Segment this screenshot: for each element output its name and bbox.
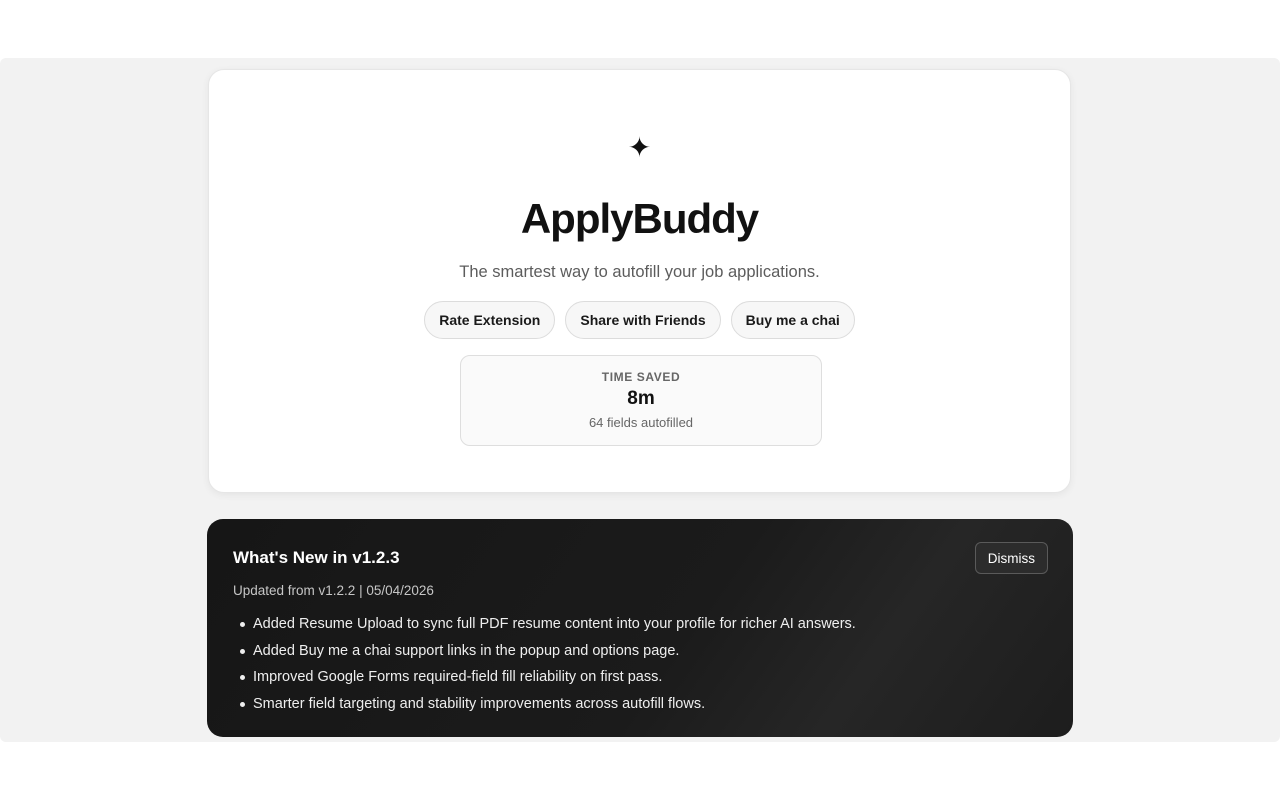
page-viewport: ✦ ApplyBuddy The smartest way to autofil… [0, 58, 1280, 742]
sparkle-icon: ✦ [627, 131, 652, 164]
changelog-item: Added Resume Upload to sync full PDF res… [233, 611, 1033, 638]
changelog-item: Improved Google Forms required-field fil… [233, 664, 1033, 691]
action-buttons: Rate Extension Share with Friends Buy me… [209, 301, 1070, 339]
app-title: ApplyBuddy [520, 195, 759, 242]
whats-new-card: What's New in v1.2.3 Dismiss Updated fro… [207, 519, 1073, 737]
whats-new-title: What's New in v1.2.3 [233, 548, 400, 567]
app-tagline: The smartest way to autofill your job ap… [459, 263, 820, 281]
time-saved-panel: TIME SAVED 8m 64 fields autofilled [460, 355, 822, 446]
hero-card: ✦ ApplyBuddy The smartest way to autofil… [208, 69, 1071, 493]
buy-me-a-chai-button[interactable]: Buy me a chai [730, 301, 855, 339]
update-meta: Updated from v1.2.2 | 05/04/2026 [233, 583, 434, 598]
time-saved-value: 8m [627, 388, 655, 409]
time-saved-label: TIME SAVED [601, 370, 681, 384]
rate-extension-button[interactable]: Rate Extension [424, 301, 556, 339]
changelog-item: Added Buy me a chai support links in the… [233, 638, 1033, 665]
dismiss-button[interactable]: Dismiss [974, 542, 1048, 574]
fields-autofilled-count: 64 fields autofilled [588, 415, 694, 430]
share-with-friends-button[interactable]: Share with Friends [565, 301, 721, 339]
changelog-item: Smarter field targeting and stability im… [233, 691, 1033, 718]
changelog-list: Added Resume Upload to sync full PDF res… [233, 611, 1033, 717]
